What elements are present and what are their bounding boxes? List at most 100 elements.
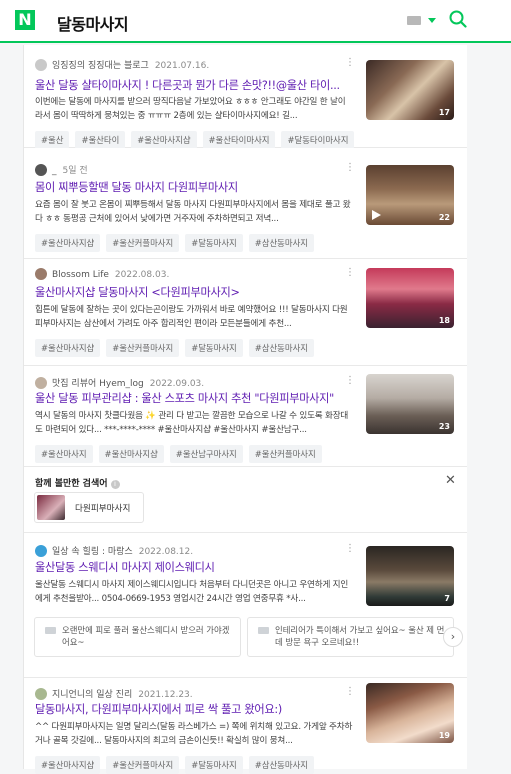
hashtag[interactable]: #울산커플마사지 bbox=[106, 339, 180, 357]
blog-result: Blossom Life 2022.08.03. ⋮ 울산마사지샵 달동마사지 <… bbox=[24, 259, 467, 366]
naver-logo[interactable]: N bbox=[15, 10, 35, 30]
hashtag[interactable]: #울산커플마사지 bbox=[106, 756, 180, 774]
hashtag[interactable]: #울산커플마사지 bbox=[248, 445, 322, 463]
results-panel: 잉징징의 징징대는 블로그 2021.07.16. ⋮ 울산 달동 샬타이마사지 … bbox=[23, 45, 467, 774]
avatar[interactable] bbox=[35, 545, 47, 557]
post-description[interactable]: 역시 달동의 마사지 찻클다웠음 ✨ 관리 다 받고는 깔끔한 모습으로 나갈 … bbox=[35, 410, 353, 437]
avatar[interactable] bbox=[35, 377, 47, 389]
author-name[interactable]: 일상 속 힐링 : 마랑스 bbox=[52, 547, 133, 557]
hashtag[interactable]: #달동마사지 bbox=[185, 234, 243, 252]
post-meta: 맛집 리뷰어 Hyem_log 2022.09.03. bbox=[35, 376, 204, 390]
post-thumbnail[interactable]: 7 bbox=[366, 546, 454, 606]
author-name[interactable]: 지니언니의 일상 진리 bbox=[52, 690, 132, 700]
hashtag[interactable]: #달동마사지 bbox=[185, 756, 243, 774]
image-icon bbox=[258, 627, 269, 634]
avatar[interactable] bbox=[35, 59, 47, 71]
tag-list: #울산 #울산타이 #울산마사지샵 #울산타이마사지 #달동타이마사지 bbox=[35, 128, 360, 149]
post-thumbnail[interactable]: 18 bbox=[366, 268, 454, 328]
related-searches: 함께 볼만한 검색어 i ✕ 다원피부마사지 bbox=[24, 467, 467, 533]
hashtag[interactable]: #울산마사지샵 bbox=[35, 234, 101, 252]
author-name[interactable]: _ bbox=[52, 166, 57, 176]
more-options-icon[interactable]: ⋮ bbox=[345, 58, 355, 68]
post-date: 2022.08.12. bbox=[138, 547, 194, 557]
author-name[interactable]: Blossom Life bbox=[52, 270, 109, 280]
review-snippet[interactable]: 오랜만에 피로 풀러 울산스웨디시 받으러 가야겠어요~ bbox=[34, 617, 241, 657]
keyboard-icon[interactable] bbox=[407, 16, 421, 25]
post-date: 2022.08.03. bbox=[114, 270, 170, 280]
close-icon[interactable]: ✕ bbox=[445, 473, 456, 488]
play-icon[interactable] bbox=[371, 210, 381, 220]
post-title[interactable]: 몸이 찌뿌등할땐 달동 마사지 다원피부마사지 bbox=[35, 181, 355, 195]
post-thumbnail[interactable]: 22 bbox=[366, 165, 454, 225]
post-title[interactable]: 울산 달동 피부관리샵 : 울산 스포츠 마사지 추천 "다원피부마사지" bbox=[35, 392, 355, 406]
hashtag[interactable]: #울산마사지 bbox=[35, 445, 93, 463]
post-date: 2021.12.23. bbox=[138, 690, 193, 700]
hashtag[interactable]: #삼산동마사지 bbox=[248, 234, 314, 252]
post-title[interactable]: 울산달동 스웨디시 마사지 제이스웨디시 bbox=[35, 561, 355, 575]
image-count: 23 bbox=[438, 422, 450, 431]
avatar[interactable] bbox=[35, 268, 47, 280]
top-header: N 달동마사지 bbox=[0, 0, 511, 43]
image-count: 22 bbox=[438, 213, 450, 222]
related-search-thumbnail bbox=[37, 495, 65, 520]
hashtag[interactable]: #울산커플마사지 bbox=[106, 234, 180, 252]
more-options-icon[interactable]: ⋮ bbox=[345, 268, 355, 278]
post-description[interactable]: 힙튼에 달동에 잘하는 곳이 있다는곤이랑도 가까워서 바로 예약했어요 !!!… bbox=[35, 304, 353, 331]
hashtag[interactable]: #울산남구마사지 bbox=[169, 445, 243, 463]
hashtag[interactable]: #울산타이마사지 bbox=[202, 131, 276, 149]
next-arrow-icon[interactable]: › bbox=[443, 627, 463, 647]
blog-result: 지니언니의 일상 진리 2021.12.23. ⋮ 달동마사지, 다원피부마사지에… bbox=[24, 678, 467, 774]
post-title[interactable]: 울산 달동 샬타이마사지 ! 다른곳과 뭔가 다른 손맛?!!@울산 타이... bbox=[35, 79, 355, 93]
search-query[interactable]: 달동마사지 bbox=[57, 11, 129, 35]
review-snippet-text: 오랜만에 피로 풀러 울산스웨디시 받으러 가야겠어요~ bbox=[62, 625, 230, 647]
more-options-icon[interactable]: ⋮ bbox=[345, 687, 355, 697]
hashtag[interactable]: #달동타이마사지 bbox=[281, 131, 355, 149]
related-search-label: 다원피부마사지 bbox=[75, 504, 131, 514]
post-description[interactable]: 이번에는 달동에 마사지를 받으러 땅직다음날 가보았어요 ㅎㅎㅎ 안그래도 야… bbox=[35, 96, 353, 123]
blog-result: 잉징징의 징징대는 블로그 2021.07.16. ⋮ 울산 달동 샬타이마사지 … bbox=[24, 45, 467, 149]
post-title[interactable]: 달동마사지, 다원피부마사지에서 피로 싹 풀고 왔어요:) bbox=[35, 703, 355, 717]
hashtag[interactable]: #달동마사지 bbox=[185, 339, 243, 357]
post-meta: 지니언니의 일상 진리 2021.12.23. bbox=[35, 687, 193, 701]
post-meta: 잉징징의 징징대는 블로그 2021.07.16. bbox=[35, 58, 209, 72]
blog-result: 맛집 리뷰어 Hyem_log 2022.09.03. ⋮ 울산 달동 피부관리샵… bbox=[24, 366, 467, 467]
hashtag[interactable]: #울산 bbox=[35, 131, 70, 149]
more-options-icon[interactable]: ⋮ bbox=[345, 544, 355, 554]
post-thumbnail[interactable]: 23 bbox=[366, 374, 454, 434]
tag-list: #울산마사지샵 #울산커플마사지 #달동마사지 #삼산동마사지 bbox=[35, 336, 320, 357]
dropdown-caret-icon[interactable] bbox=[428, 18, 436, 23]
post-description[interactable]: 울산달동 스웨디시 마사지 제이스웨디시입니다 처음부터 다니던곳은 아니고 우… bbox=[35, 579, 353, 606]
author-name[interactable]: 잉징징의 징징대는 블로그 bbox=[52, 61, 149, 71]
image-count: 19 bbox=[438, 731, 450, 740]
post-description[interactable]: 요즘 몸이 잘 붓고 온몸이 찌뿌등해서 달동 마사지 다원피부마사지에서 몸을… bbox=[35, 199, 353, 226]
image-count: 17 bbox=[438, 108, 450, 117]
more-options-icon[interactable]: ⋮ bbox=[345, 163, 355, 173]
hashtag[interactable]: #울산마사지샵 bbox=[131, 131, 197, 149]
post-meta: _ 5일 전 bbox=[35, 163, 88, 177]
info-icon[interactable]: i bbox=[110, 480, 120, 489]
post-thumbnail[interactable]: 17 bbox=[366, 60, 454, 120]
more-options-icon[interactable]: ⋮ bbox=[345, 376, 355, 386]
post-title[interactable]: 울산마사지샵 달동마사지 <다원피부마사지> bbox=[35, 286, 355, 300]
post-meta: 일상 속 힐링 : 마랑스 2022.08.12. bbox=[35, 544, 193, 558]
hashtag[interactable]: #울산마사지샵 bbox=[35, 756, 101, 774]
post-description[interactable]: ^^ 다원피부마사지는 일명 달리스(달동 라스베가스 =) 쪽에 위치해 있고… bbox=[35, 721, 353, 748]
hashtag[interactable]: #삼산동마사지 bbox=[248, 756, 314, 774]
hashtag[interactable]: #울산타이 bbox=[75, 131, 126, 149]
related-searches-title: 함께 볼만한 검색어 i bbox=[35, 476, 120, 489]
blog-result: 일상 속 힐링 : 마랑스 2022.08.12. ⋮ 울산달동 스웨디시 마사지… bbox=[24, 533, 467, 678]
avatar[interactable] bbox=[35, 164, 47, 176]
related-search-card[interactable]: 다원피부마사지 bbox=[34, 492, 144, 523]
hashtag[interactable]: #울산마사지샵 bbox=[35, 339, 101, 357]
author-name[interactable]: 맛집 리뷰어 Hyem_log bbox=[52, 379, 144, 389]
image-icon bbox=[45, 627, 56, 634]
review-snippet[interactable]: 인테리어가 특이해서 가보고 싶어요~ 울산 제 먼데 방문 욕구 오르네요!! bbox=[247, 617, 454, 657]
search-icon[interactable] bbox=[449, 10, 467, 28]
hashtag[interactable]: #울산마사지샵 bbox=[98, 445, 164, 463]
tag-list: #울산마사지샵 #울산커플마사지 #달동마사지 #삼산동마사지 bbox=[35, 753, 320, 774]
post-thumbnail[interactable]: 19 bbox=[366, 683, 454, 743]
post-meta: Blossom Life 2022.08.03. bbox=[35, 268, 169, 282]
image-count: 7 bbox=[444, 594, 450, 603]
avatar[interactable] bbox=[35, 688, 47, 700]
hashtag[interactable]: #삼산동마사지 bbox=[248, 339, 314, 357]
